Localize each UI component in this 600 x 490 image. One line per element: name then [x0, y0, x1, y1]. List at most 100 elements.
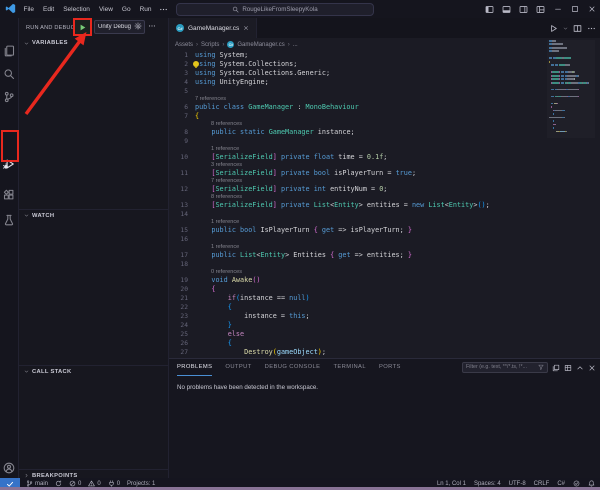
- codelens-references[interactable]: 3 references: [169, 162, 600, 169]
- panel-action-close[interactable]: [588, 364, 596, 372]
- code-line: 4 using UnityEngine;: [169, 78, 600, 87]
- panel-action-table[interactable]: [564, 364, 572, 372]
- code-line: 3 using System.Collections.Generic;: [169, 69, 600, 78]
- menu-view[interactable]: View: [94, 6, 117, 13]
- panel-action-copy[interactable]: [552, 364, 560, 372]
- layout-customize-button[interactable]: [532, 0, 549, 18]
- editor-action-run[interactable]: [549, 24, 558, 33]
- section-variables[interactable]: VARIABLES: [19, 37, 168, 49]
- problems-filter-input[interactable]: Filter (e.g. text, **/*.ts, !*...: [462, 361, 548, 373]
- status-branch[interactable]: main: [26, 480, 48, 487]
- status-error[interactable]: 0: [69, 480, 81, 487]
- codelens-references[interactable]: 8 references: [169, 121, 600, 128]
- code-line: 24 }: [169, 321, 600, 330]
- codelens-references[interactable]: 0 references: [169, 269, 600, 276]
- menu-selection[interactable]: Selection: [59, 6, 95, 13]
- section-call-stack[interactable]: CALL STACK: [19, 365, 168, 377]
- code-line: 6 public class GameManager : MonoBehaviou…: [169, 103, 600, 112]
- status-sync[interactable]: [55, 480, 62, 487]
- editor-action-chevron-down[interactable]: [563, 26, 568, 31]
- maximize-button[interactable]: [566, 0, 583, 18]
- close-button[interactable]: [583, 0, 600, 18]
- menu-run[interactable]: Run: [135, 6, 156, 13]
- layout-secondary-sidebar-icon: [519, 5, 528, 14]
- panel-tab-output[interactable]: OUTPUT: [225, 359, 251, 376]
- codelens-references[interactable]: 1 reference: [169, 146, 600, 153]
- minimap[interactable]: [547, 40, 595, 138]
- minimap-line: [547, 46, 595, 49]
- tab-gamemanager[interactable]: C# GameManager.cs: [169, 18, 258, 38]
- status-check-circle[interactable]: [573, 480, 580, 487]
- quick-fix-lightbulb-icon[interactable]: [193, 61, 199, 69]
- line-number: 11: [180, 170, 188, 177]
- status-projects-1[interactable]: Projects: 1: [127, 481, 155, 487]
- codelens-references[interactable]: 8 references: [169, 194, 600, 201]
- breadcrumb-item[interactable]: Scripts: [201, 42, 219, 48]
- code-line: 18: [169, 260, 600, 269]
- more-icon[interactable]: [156, 5, 171, 14]
- line-number: 21: [180, 295, 188, 302]
- editor-tab-bar: C# GameManager.cs: [169, 18, 600, 38]
- debug-settings-gear-icon[interactable]: [134, 21, 142, 30]
- layout-sidebar-button[interactable]: [481, 0, 498, 18]
- chevron-up-icon: [576, 364, 584, 372]
- status-ln-1-col-1[interactable]: Ln 1, Col 1: [437, 481, 466, 487]
- panel-tab-terminal[interactable]: TERMINAL: [333, 359, 366, 376]
- minimap-line: [547, 57, 595, 60]
- line-number: 24: [180, 322, 188, 329]
- run-and-debug-sidebar: RUN AND DEBUG Unity Debug VARIABLES WATCH…: [19, 18, 169, 479]
- panel-action-chevron-up[interactable]: [576, 364, 584, 372]
- activity-search[interactable]: [0, 63, 18, 85]
- menu-edit[interactable]: Edit: [38, 6, 58, 13]
- codelens-references[interactable]: 7 references: [169, 178, 600, 185]
- status-utf-8[interactable]: UTF-8: [509, 481, 526, 487]
- status-spaces-4[interactable]: Spaces: 4: [474, 481, 501, 487]
- activity-explorer[interactable]: [0, 40, 18, 62]
- panel-tab-ports[interactable]: PORTS: [379, 359, 401, 376]
- panel-tab-problems[interactable]: PROBLEMS: [177, 359, 213, 376]
- status-warning[interactable]: 0: [88, 480, 101, 487]
- minimap-line: [547, 68, 595, 70]
- line-number: 14: [180, 211, 188, 218]
- codelens-references[interactable]: 1 reference: [169, 219, 600, 226]
- status-plug[interactable]: 0: [108, 480, 120, 487]
- copy-icon: [552, 364, 560, 372]
- activity-testing[interactable]: [0, 209, 18, 231]
- status-crlf[interactable]: CRLF: [534, 481, 550, 487]
- search-icon: [232, 6, 239, 13]
- codelens-references[interactable]: 1 reference: [169, 244, 600, 251]
- start-debugging-button[interactable]: [73, 18, 92, 36]
- breadcrumb-item[interactable]: Assets: [175, 42, 193, 48]
- line-number: 16: [180, 236, 188, 243]
- panel-tab-bar: PROBLEMS OUTPUT DEBUG CONSOLE TERMINAL PORTS: [177, 359, 401, 376]
- minimap-line: [547, 123, 595, 126]
- activity-extensions[interactable]: [0, 184, 18, 206]
- code-editor[interactable]: 1 using System; 2 using System.Collections;…: [169, 51, 600, 357]
- debug-more-actions-icon[interactable]: [148, 22, 156, 30]
- status-bell[interactable]: [588, 480, 595, 487]
- codelens-references[interactable]: 7 references: [169, 96, 600, 103]
- breadcrumb-item[interactable]: ...: [293, 42, 298, 48]
- layout-panel-button[interactable]: [498, 0, 515, 18]
- close-icon: [588, 5, 596, 13]
- breadcrumb-item[interactable]: GameManager.cs: [237, 42, 284, 48]
- command-center-search[interactable]: RougeLikeFromSleepyKola: [176, 2, 374, 16]
- panel-tab-debug-console[interactable]: DEBUG CONSOLE: [265, 359, 321, 376]
- minimize-button[interactable]: [549, 0, 566, 18]
- menu-go[interactable]: Go: [117, 6, 135, 13]
- editor-action-more[interactable]: [587, 24, 596, 33]
- section-watch[interactable]: WATCH: [19, 209, 168, 221]
- layout-secondary-sidebar-button[interactable]: [515, 0, 532, 18]
- minimap-line: [547, 43, 595, 46]
- activity-bar: [0, 18, 19, 490]
- more-icon: [587, 24, 596, 33]
- status-c-[interactable]: C#: [557, 481, 565, 487]
- code-line: 15 public bool IsPlayerTurn { get => isP…: [169, 226, 600, 235]
- code-line: 14: [169, 210, 600, 219]
- menu-file[interactable]: File: [19, 6, 38, 13]
- tab-close-icon[interactable]: [243, 25, 249, 31]
- editor-action-split-editor[interactable]: [573, 24, 582, 33]
- section-label: WATCH: [32, 212, 55, 219]
- activity-source-control[interactable]: [0, 86, 18, 108]
- line-number: 9: [184, 138, 188, 145]
